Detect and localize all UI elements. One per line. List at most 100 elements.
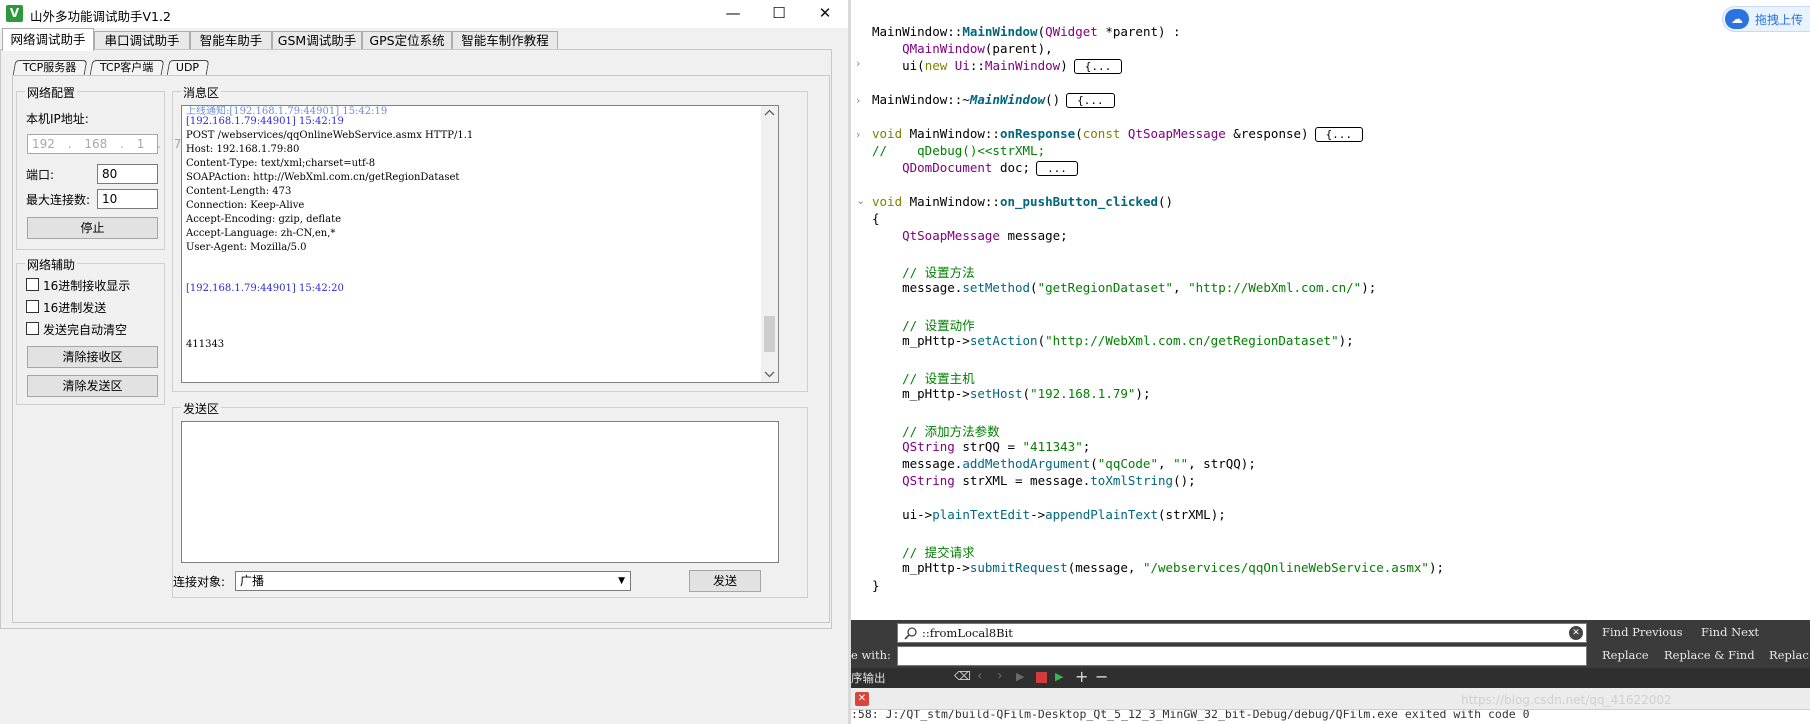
watermark: https://blog.csdn.net/qq_41622002 — [1461, 693, 1672, 707]
previous-item-icon[interactable]: ‹ — [977, 668, 983, 684]
tab-gps-system[interactable]: GPS定位系统 — [362, 31, 452, 50]
code-comment: // 提交请求 — [872, 545, 975, 560]
output-tab-strip: ✕ https://blog.csdn.net/qq_41622002 — [851, 688, 1810, 710]
find-input[interactable]: ::fromLocal8Bit ✕ — [897, 623, 1587, 643]
code-editor[interactable]: › › › ⌄ MainWindow::MainWindow(QWidget *… — [851, 0, 1810, 620]
replace-find-button[interactable]: Replace & Find — [1664, 648, 1755, 662]
collapsed-block[interactable]: {... — [1073, 59, 1123, 74]
zoom-out-icon[interactable]: − — [1095, 667, 1108, 686]
attach-run-icon[interactable]: ▶ — [1055, 670, 1063, 683]
collapsed-block[interactable]: ... — [1036, 161, 1078, 176]
fold-expand-icon[interactable]: › — [856, 128, 860, 141]
ip-address-input[interactable]: 192 . 168 . 1 . 79 — [27, 134, 189, 154]
clear-search-icon[interactable]: ✕ — [1569, 626, 1583, 640]
code-line: m_pHttp->setAction("http://WebXml.com.cn… — [872, 333, 1354, 348]
subtab-tcp-server[interactable]: TCP服务器 — [12, 60, 88, 75]
run-icon[interactable]: ▶ — [1016, 670, 1024, 683]
code-line: message.addMethodArgument("qqCode", "", … — [872, 456, 1256, 471]
code-line: void MainWindow::onResponse(const QtSoap… — [872, 126, 1364, 142]
hex-send-checkbox[interactable] — [26, 300, 39, 313]
code-line: MainWindow::~MainWindow() {... — [872, 92, 1115, 108]
next-item-icon[interactable]: › — [997, 668, 1003, 684]
tcp-server-page: 网络配置 本机IP地址: 192 . 168 . 1 . 79 端口: 80 最… — [12, 75, 830, 623]
tab-smartcar-tutorial[interactable]: 智能车制作教程 — [452, 31, 558, 50]
clear-receive-button[interactable]: 清除接收区 — [27, 346, 158, 368]
clear-send-button[interactable]: 清除发送区 — [27, 375, 158, 397]
subtab-udp[interactable]: UDP — [166, 60, 210, 75]
fold-expand-icon[interactable]: › — [856, 57, 860, 70]
scroll-up-arrow-icon[interactable] — [764, 109, 775, 116]
code-line: QDomDocument doc;... — [872, 160, 1078, 176]
send-input[interactable] — [181, 421, 779, 563]
output-pane[interactable]: :58: J:/QT_stm/build-QFilm-Desktop_Qt_5_… — [851, 710, 1810, 724]
hex-send-label: 16进制发送 — [43, 301, 107, 315]
network-assist-title: 网络辅助 — [25, 256, 78, 273]
send-button[interactable]: 发送 — [689, 570, 761, 592]
code-line: QMainWindow(parent), — [902, 41, 1053, 56]
upload-label: 拖拽上传 — [1755, 13, 1804, 27]
tab-serial-assistant[interactable]: 串口调试助手 — [94, 31, 190, 50]
collapsed-block[interactable]: {... — [1314, 127, 1364, 142]
zoom-in-icon[interactable]: + — [1075, 667, 1088, 686]
maximize-button[interactable]: ☐ — [756, 0, 802, 28]
code-line: // qDebug()<<strXML; — [872, 143, 1046, 158]
code-line: void MainWindow::on_pushButton_clicked() — [872, 194, 1174, 209]
tab-smartcar-assistant[interactable]: 智能车助手 — [190, 31, 272, 50]
code-line: message.setMethod("getRegionDataset", "h… — [872, 280, 1377, 295]
message-line: Accept-Encoding: gzip, deflate — [186, 214, 342, 225]
stop-icon[interactable] — [1036, 672, 1047, 683]
code-line: MainWindow::MainWindow(QWidget *parent) … — [872, 24, 1181, 39]
send-area-title: 发送区 — [181, 400, 222, 417]
auto-clear-checkbox[interactable] — [26, 322, 39, 335]
baidu-upload-widget[interactable]: ☁ 拖拽上传 — [1722, 6, 1810, 32]
close-button[interactable]: ✕ — [802, 0, 848, 28]
network-config-group: 网络配置 本机IP地址: 192 . 168 . 1 . 79 端口: 80 最… — [16, 84, 189, 250]
message-line: SOAPAction: http://WebXml.com.cn/getRegi… — [186, 172, 460, 183]
code-comment: // 设置主机 — [872, 371, 975, 386]
find-previous-button[interactable]: Find Previous — [1602, 625, 1683, 639]
message-display[interactable]: 上线通知:[192.168.1.79:44901] 15:42:19 [192.… — [181, 105, 779, 383]
code-line: m_pHttp->submitRequest(message, "/webser… — [872, 560, 1444, 575]
replace-input[interactable] — [897, 646, 1587, 666]
tab-network-assistant[interactable]: 网络调试助手 — [2, 28, 94, 51]
close-output-icon[interactable]: ✕ — [855, 692, 869, 706]
target-label: 连接对象: — [173, 575, 226, 589]
port-input[interactable]: 80 — [97, 164, 158, 184]
message-line: Accept-Language: zh-CN,en,* — [186, 228, 336, 239]
replace-button[interactable]: Replace — [1602, 648, 1649, 662]
minimize-button[interactable]: — — [710, 0, 756, 28]
message-line: 411343 — [186, 339, 225, 350]
code-line: QString strXML = message.toXmlString(); — [902, 473, 1196, 488]
subtab-tcp-client[interactable]: TCP客户端 — [89, 60, 165, 75]
target-select[interactable]: 广播 ▼ — [235, 571, 631, 591]
code-line: QString strQQ = "411343"; — [902, 439, 1091, 454]
main-tab-bar: 网络调试助手 串口调试助手 智能车助手 GSM调试助手 GPS定位系统 智能车制… — [0, 28, 848, 51]
clear-output-icon[interactable]: ⌫ — [954, 669, 971, 683]
tab-gsm-assistant[interactable]: GSM调试助手 — [272, 31, 362, 50]
code-line: m_pHttp->setHost("192.168.1.79"); — [872, 386, 1151, 401]
message-scrollbar[interactable] — [761, 106, 778, 382]
find-next-button[interactable]: Find Next — [1701, 625, 1759, 639]
message-line: POST /webservices/qqOnlineWebService.asm… — [186, 130, 474, 141]
code-line: } — [872, 578, 880, 593]
search-icon — [904, 627, 917, 640]
max-connections-input[interactable]: 10 — [97, 189, 158, 209]
message-group: 消息区 上线通知:[192.168.1.79:44901] 15:42:19 [… — [172, 84, 808, 392]
message-line: Host: 192.168.1.79:80 — [186, 144, 300, 155]
fold-collapse-icon[interactable]: ⌄ — [856, 194, 865, 207]
debug-assistant-window: V 山外多功能调试助手V1.2 — ☐ ✕ 网络调试助手 串口调试助手 智能车助… — [0, 0, 848, 724]
network-assistant-page: TCP服务器 TCP客户端 UDP 网络配置 本机IP地址: 192 . 168… — [0, 49, 832, 629]
port-label: 端口: — [26, 168, 55, 182]
fold-expand-icon[interactable]: › — [856, 94, 860, 107]
hex-receive-checkbox[interactable] — [26, 278, 39, 291]
scroll-thumb[interactable] — [764, 316, 775, 352]
scrollbar-graphic — [764, 109, 775, 378]
scroll-down-arrow-icon[interactable] — [764, 371, 775, 378]
dropdown-arrow-icon[interactable]: ▼ — [618, 572, 625, 590]
message-line: Connection: Keep-Alive — [186, 200, 305, 211]
replace-all-button[interactable]: Replac — [1769, 648, 1809, 662]
window-title: 山外多功能调试助手V1.2 — [30, 9, 171, 24]
app-logo-icon: V — [6, 5, 23, 22]
stop-button[interactable]: 停止 — [27, 217, 158, 239]
collapsed-block[interactable]: {... — [1066, 93, 1115, 108]
